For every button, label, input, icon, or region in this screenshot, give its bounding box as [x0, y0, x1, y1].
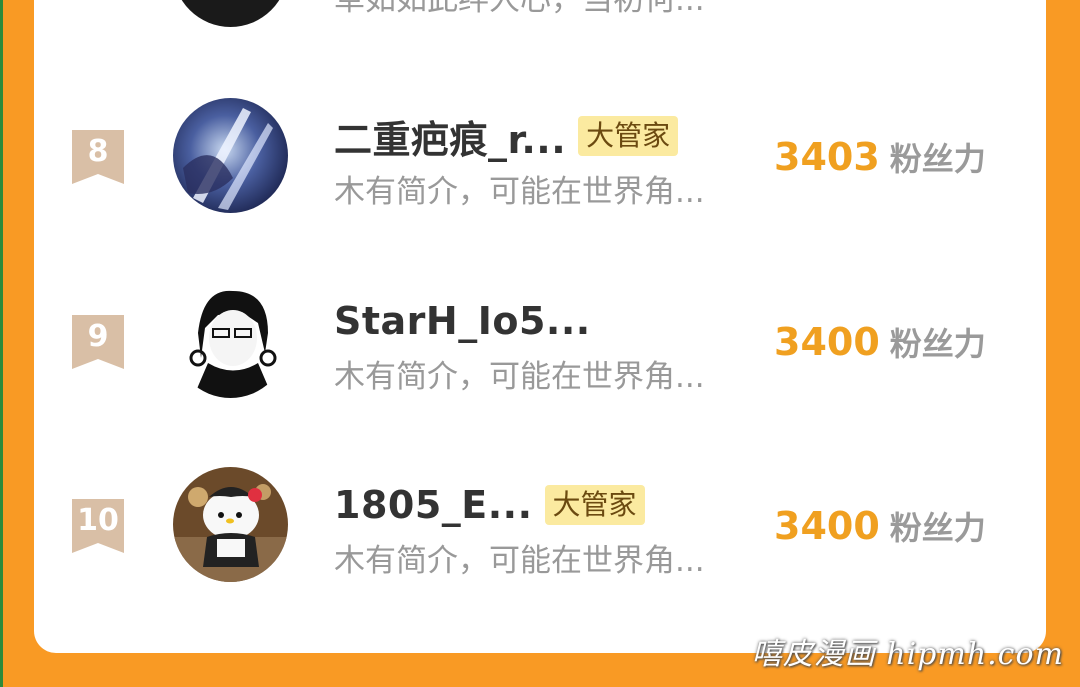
fan-power: 3400 粉丝力: [774, 319, 986, 365]
fan-power-label: 粉丝力: [889, 509, 986, 547]
fan-power: 3400 粉丝力: [774, 503, 986, 549]
rank-number: 8: [87, 134, 109, 169]
rank-number: 10: [77, 503, 119, 538]
fan-power-label: 粉丝力: [889, 325, 986, 363]
avatar[interactable]: [173, 283, 288, 398]
list-item[interactable]: 9 StarH_Io5... 木有简介，可能在世界角... 3400 粉丝力: [34, 283, 1046, 403]
list-item[interactable]: 10 1805_E... 大管家 木有简介，可能在世界角... 3400 粉丝力: [34, 467, 1046, 587]
rank-ribbon: 9: [72, 315, 124, 369]
rank-ribbon: 8: [72, 130, 124, 184]
fan-power-label: 粉丝力: [889, 140, 986, 178]
role-badge: 大管家: [544, 485, 645, 525]
user-bio: 木有简介，可能在世界角...: [334, 174, 705, 210]
rank-ribbon: 10: [72, 499, 124, 553]
list-item[interactable]: 8 二重疤痕_r... 大管家 木有简介，可能在世界角... 3403 粉丝力: [34, 98, 1046, 218]
watermark: 嘻皮漫画 hipmh.com: [751, 637, 1064, 672]
avatar[interactable]: [173, 0, 288, 27]
user-bio: 木有简介，可能在世界角...: [334, 359, 705, 395]
user-bio: 草如如此绊人心，当初何...: [334, 0, 705, 18]
leaderboard-screen: 草如如此绊人心，当初何... 8 二重疤痕_r... 大管家 木有简介，可能在世…: [0, 0, 1080, 687]
rank-number: 9: [87, 319, 109, 354]
user-bio: 木有简介，可能在世界角...: [334, 543, 705, 579]
fan-power-value: 3403: [774, 135, 880, 179]
username[interactable]: 1805_E...: [334, 483, 533, 527]
fan-power-value: 3400: [774, 504, 880, 548]
avatar[interactable]: [173, 98, 288, 213]
fan-power: 3403 粉丝力: [774, 134, 986, 180]
edge-strip: [0, 0, 3, 687]
fan-power-value: 3400: [774, 320, 880, 364]
username[interactable]: StarH_Io5...: [334, 299, 591, 343]
avatar[interactable]: [173, 467, 288, 582]
role-badge: 大管家: [578, 116, 679, 156]
username[interactable]: 二重疤痕_r...: [334, 109, 566, 164]
leaderboard-card: 草如如此绊人心，当初何... 8 二重疤痕_r... 大管家 木有简介，可能在世…: [34, 0, 1046, 653]
list-item-partial[interactable]: 草如如此绊人心，当初何...: [34, 0, 1046, 32]
